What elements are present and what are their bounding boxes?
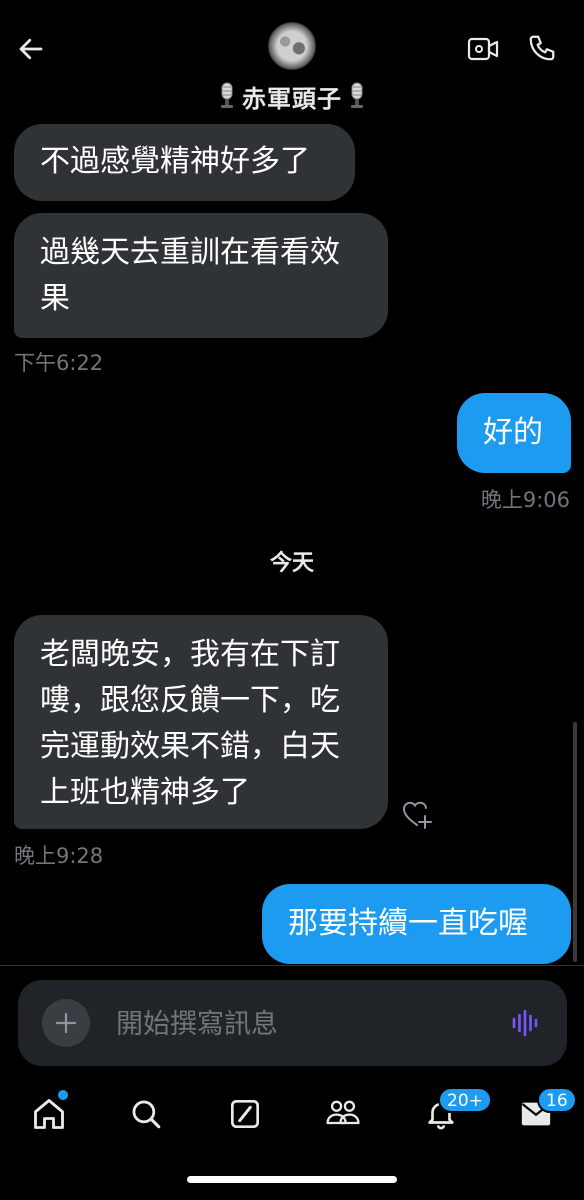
message-line: 嘍，跟您反饋一下，吃 xyxy=(40,683,340,718)
day-separator: 今天 xyxy=(269,551,314,576)
heart-plus-icon xyxy=(402,801,432,829)
voice-wave-icon xyxy=(512,1009,538,1037)
messages-badge: 16 xyxy=(537,1087,577,1113)
scrollbar[interactable] xyxy=(573,722,577,962)
notifications-badge: 20+ xyxy=(438,1087,492,1113)
arrow-left-icon xyxy=(19,38,43,60)
home-icon xyxy=(34,1099,64,1129)
tab-communities[interactable] xyxy=(321,1092,365,1136)
microphone-emoji-icon xyxy=(218,82,236,110)
back-button[interactable] xyxy=(14,32,48,66)
microphone-emoji-icon xyxy=(348,82,366,110)
message-input[interactable] xyxy=(116,1002,486,1046)
home-indicator[interactable] xyxy=(187,1176,397,1183)
message-text: 好的 xyxy=(483,415,543,450)
tab-search[interactable] xyxy=(124,1092,168,1136)
message-line: 完運動效果不錯，白天 xyxy=(40,729,340,764)
phone-icon xyxy=(529,35,555,61)
message-line: 老闆晚安，我有在下訂 xyxy=(40,637,340,672)
message-bubble-incoming[interactable]: 老闆晚安，我有在下訂 嘍，跟您反饋一下，吃 完運動效果不錯，白天 上班也精神多了 xyxy=(14,615,388,829)
message-bubble-incoming[interactable]: 過幾天去重訓在看看效 果 xyxy=(14,213,388,338)
message-bubble-outgoing[interactable]: 好的 xyxy=(457,393,571,473)
conversation-header: 赤軍頭子 xyxy=(0,0,584,120)
composer-divider xyxy=(0,965,584,966)
message-composer xyxy=(18,980,567,1066)
add-media-button[interactable] xyxy=(42,999,90,1047)
plus-icon xyxy=(55,1012,77,1034)
message-bubble-outgoing[interactable]: 那要持續一直吃喔 xyxy=(262,884,571,964)
video-call-button[interactable] xyxy=(466,32,500,66)
slash-square-icon xyxy=(231,1100,259,1128)
phone-call-button[interactable] xyxy=(524,30,560,66)
home-notification-dot xyxy=(58,1090,68,1100)
message-text: 那要持續一直吃喔 xyxy=(288,906,528,941)
bottom-tab-bar: 20+ 16 xyxy=(0,1080,584,1150)
contact-avatar[interactable] xyxy=(268,22,316,70)
voice-message-button[interactable] xyxy=(508,1006,542,1040)
message-line: 上班也精神多了 xyxy=(40,775,250,810)
message-bubble-incoming[interactable]: 不過感覺精神好多了 xyxy=(14,124,355,201)
message-timestamp: 下午6:22 xyxy=(14,351,104,375)
message-timestamp: 晚上9:28 xyxy=(14,844,104,868)
message-line: 果 xyxy=(40,281,70,316)
contact-name-row[interactable]: 赤軍頭子 xyxy=(0,78,584,114)
tab-grok[interactable] xyxy=(223,1092,267,1136)
search-icon xyxy=(132,1100,161,1129)
message-text: 不過感覺精神好多了 xyxy=(40,144,310,179)
people-icon xyxy=(326,1100,360,1125)
add-reaction-button[interactable] xyxy=(401,797,435,831)
video-call-icon xyxy=(467,37,499,61)
message-timestamp: 晚上9:06 xyxy=(480,488,570,512)
message-line: 過幾天去重訓在看看效 xyxy=(40,235,340,270)
contact-name: 赤軍頭子 xyxy=(242,84,342,113)
